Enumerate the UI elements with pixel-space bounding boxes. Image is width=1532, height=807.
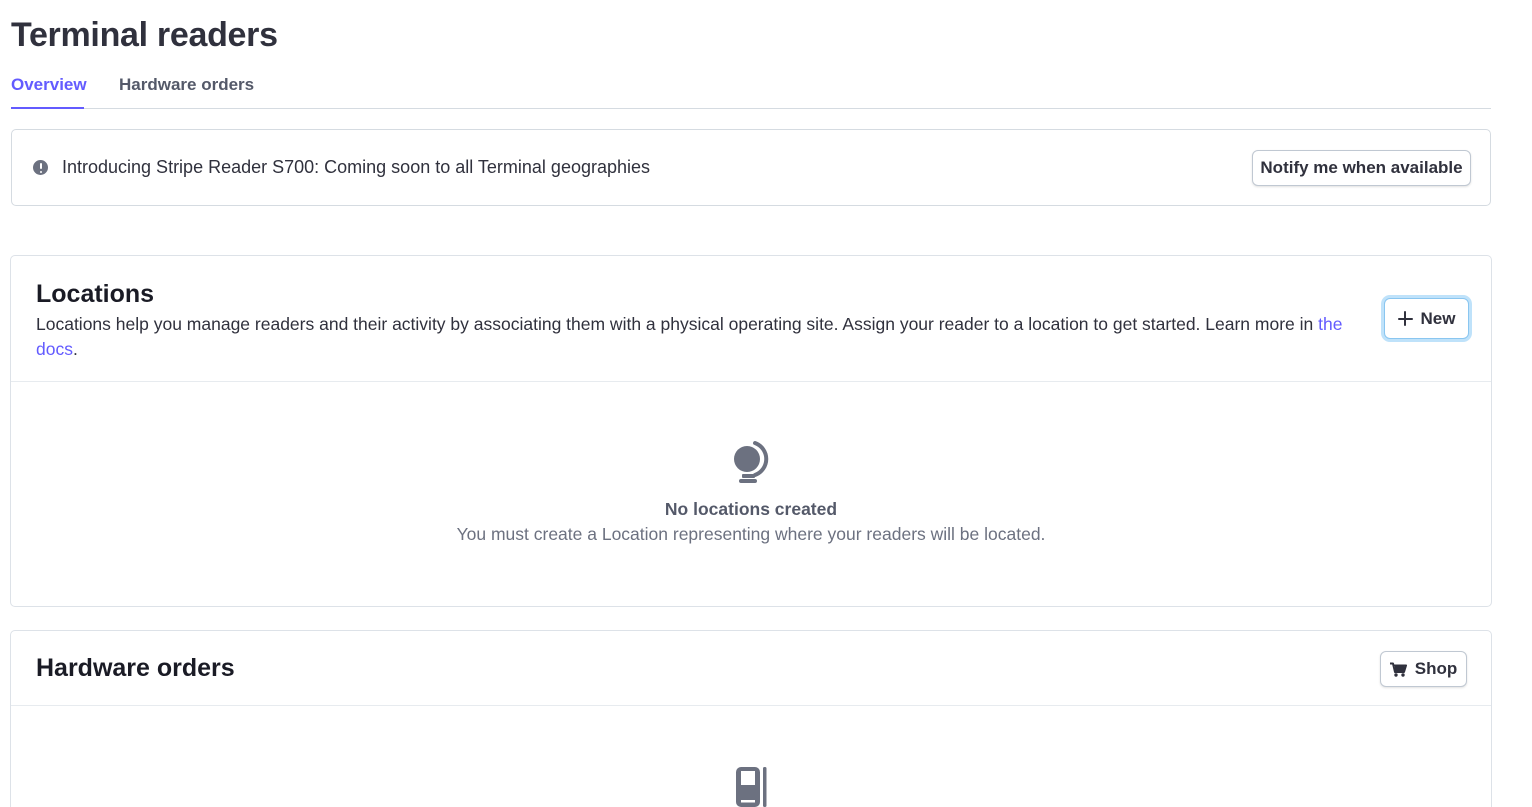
page-title: Terminal readers xyxy=(11,16,278,54)
terminal-readers-page: Terminal readers Overview Hardware order… xyxy=(0,0,1532,807)
hardware-orders-title: Hardware orders xyxy=(36,654,235,682)
locations-title: Locations xyxy=(36,280,155,308)
tab-overview[interactable]: Overview xyxy=(11,72,87,109)
locations-empty-state: No locations created You must create a L… xyxy=(11,382,1491,606)
tab-bar: Overview Hardware orders xyxy=(11,72,1491,109)
plus-icon xyxy=(1397,311,1413,326)
notify-me-button[interactable]: Notify me when available xyxy=(1252,150,1471,186)
locations-card: Locations Locations help you manage read… xyxy=(10,255,1492,607)
shop-button-label: Shop xyxy=(1414,659,1458,678)
locations-description: Locations help you manage readers and th… xyxy=(36,312,1356,362)
locations-description-end: . xyxy=(72,339,78,359)
locations-description-text: Locations help you manage readers and th… xyxy=(36,314,1319,334)
hardware-orders-card: Hardware orders Shop xyxy=(10,630,1492,807)
tab-hardware-orders[interactable]: Hardware orders xyxy=(119,72,254,109)
new-location-button[interactable]: New xyxy=(1384,298,1469,339)
shop-button[interactable]: Shop xyxy=(1380,651,1467,687)
locations-empty-description: You must create a Location representing … xyxy=(456,524,1046,544)
cart-icon xyxy=(1389,662,1407,677)
alert-circle-icon xyxy=(33,160,48,175)
hardware-orders-header: Hardware orders Shop xyxy=(11,631,1491,706)
globe-icon xyxy=(734,441,769,483)
card-reader-icon xyxy=(736,767,767,807)
announcement-banner: Introducing Stripe Reader S700: Coming s… xyxy=(11,129,1491,206)
new-button-label: New xyxy=(1420,308,1456,328)
banner-text: Introducing Stripe Reader S700: Coming s… xyxy=(62,157,651,177)
locations-empty-title: No locations created xyxy=(664,499,838,519)
locations-header: Locations Locations help you manage read… xyxy=(11,256,1491,382)
